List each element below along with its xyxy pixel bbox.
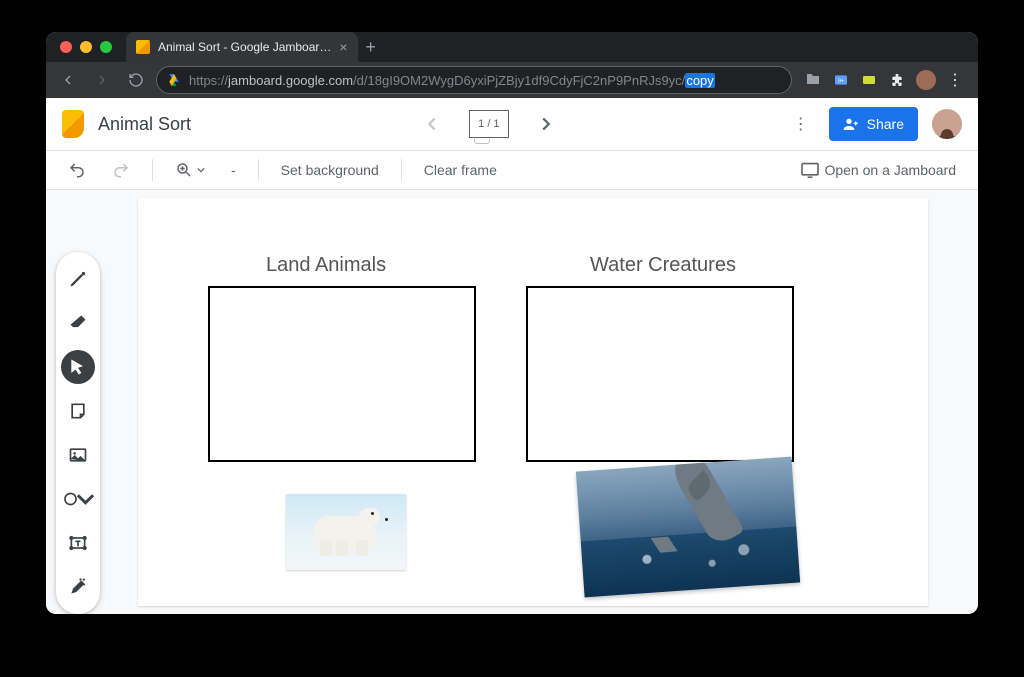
image-tool[interactable]: [61, 438, 95, 472]
share-button[interactable]: Share: [829, 107, 918, 141]
heading-water-creatures[interactable]: Water Creatures: [590, 254, 736, 277]
select-tool[interactable]: [61, 350, 95, 384]
extensions-menu-icon[interactable]: [888, 71, 906, 89]
undo-icon: [68, 161, 86, 179]
redo-button[interactable]: [104, 157, 138, 183]
set-background-label: Set background: [281, 162, 379, 178]
frame-navigator: 1 / 1: [421, 110, 557, 138]
open-on-jamboard-button[interactable]: Open on a Jamboard: [792, 158, 964, 182]
prev-frame-button[interactable]: [421, 113, 443, 135]
heading-land-animals[interactable]: Land Animals: [266, 254, 386, 277]
extension-icon[interactable]: [860, 71, 878, 89]
browser-menu-icon[interactable]: ⋮: [946, 71, 964, 89]
open-jamboard-label: Open on a Jamboard: [824, 162, 956, 178]
back-button[interactable]: [54, 66, 82, 94]
sticky-note-tool[interactable]: [61, 394, 95, 428]
browser-tab[interactable]: Animal Sort - Google Jamboar… ×: [126, 32, 358, 62]
jam-frame-canvas[interactable]: Land Animals Water Creatures: [138, 198, 928, 606]
fullscreen-window-button[interactable]: [100, 41, 112, 53]
svg-text:9+: 9+: [838, 79, 844, 85]
address-bar-row: https://jamboard.google.com/d/18gI9OM2Wy…: [46, 62, 978, 98]
undo-button[interactable]: [60, 157, 94, 183]
account-avatar[interactable]: [932, 109, 962, 139]
action-bar: - Set background Clear frame Open on a J…: [46, 150, 978, 190]
pen-tool[interactable]: [61, 262, 95, 296]
extensions-area: 9+ ⋮: [798, 70, 970, 90]
new-tab-button[interactable]: +: [358, 37, 384, 58]
text-box-tool[interactable]: [61, 526, 95, 560]
dolphin-photo[interactable]: [576, 457, 800, 598]
zoom-minus-label: -: [231, 162, 236, 178]
share-label: Share: [867, 116, 904, 132]
workspace: Land Animals Water Creatures: [46, 190, 978, 614]
divider: [401, 159, 402, 181]
header-right: ⋮ Share: [787, 107, 962, 141]
laser-tool[interactable]: [61, 570, 95, 604]
zoom-out-button[interactable]: -: [223, 158, 244, 182]
url-text: https://jamboard.google.com/d/18gI9OM2Wy…: [189, 73, 715, 88]
polar-bear-photo[interactable]: [286, 494, 406, 570]
titlebar: Animal Sort - Google Jamboar… × +: [46, 32, 978, 62]
drop-zone-land[interactable]: [208, 286, 476, 462]
shape-tool[interactable]: [61, 482, 95, 516]
more-actions-button[interactable]: ⋮: [787, 110, 815, 138]
window-controls: [46, 41, 112, 53]
clear-frame-label: Clear frame: [424, 162, 497, 178]
jamboard-logo-icon[interactable]: [62, 110, 84, 138]
divider: [258, 159, 259, 181]
tool-rail: [56, 252, 100, 614]
tab-close-icon[interactable]: ×: [339, 40, 347, 54]
extension-icon[interactable]: [804, 71, 822, 89]
divider: [152, 159, 153, 181]
close-window-button[interactable]: [60, 41, 72, 53]
person-add-icon: [843, 116, 859, 132]
zoom-button[interactable]: [167, 157, 213, 183]
frame-selector-button[interactable]: 1 / 1: [469, 110, 509, 138]
set-background-button[interactable]: Set background: [273, 158, 387, 182]
reload-button[interactable]: [122, 66, 150, 94]
drive-icon: [167, 73, 181, 87]
eraser-tool[interactable]: [61, 306, 95, 340]
clear-frame-button[interactable]: Clear frame: [416, 158, 505, 182]
tab-title: Animal Sort - Google Jamboar…: [158, 40, 331, 54]
minimize-window-button[interactable]: [80, 41, 92, 53]
frame-count-label: 1 / 1: [478, 118, 499, 130]
drop-zone-water[interactable]: [526, 286, 794, 462]
zoom-icon: [175, 161, 193, 179]
omnibox[interactable]: https://jamboard.google.com/d/18gI9OM2Wy…: [156, 66, 792, 94]
profile-avatar-icon[interactable]: [916, 70, 936, 90]
chevron-down-icon: [197, 166, 205, 174]
document-title[interactable]: Animal Sort: [98, 114, 191, 135]
extension-icon[interactable]: 9+: [832, 71, 850, 89]
cast-icon: [800, 162, 820, 178]
chevron-down-icon: [76, 489, 95, 509]
app-header: Animal Sort 1 / 1 ⋮ Share: [46, 98, 978, 150]
browser-window: Animal Sort - Google Jamboar… × + https:…: [46, 32, 978, 614]
redo-icon: [112, 161, 130, 179]
forward-button[interactable]: [88, 66, 116, 94]
next-frame-button[interactable]: [535, 113, 557, 135]
jamboard-favicon-icon: [136, 40, 150, 54]
